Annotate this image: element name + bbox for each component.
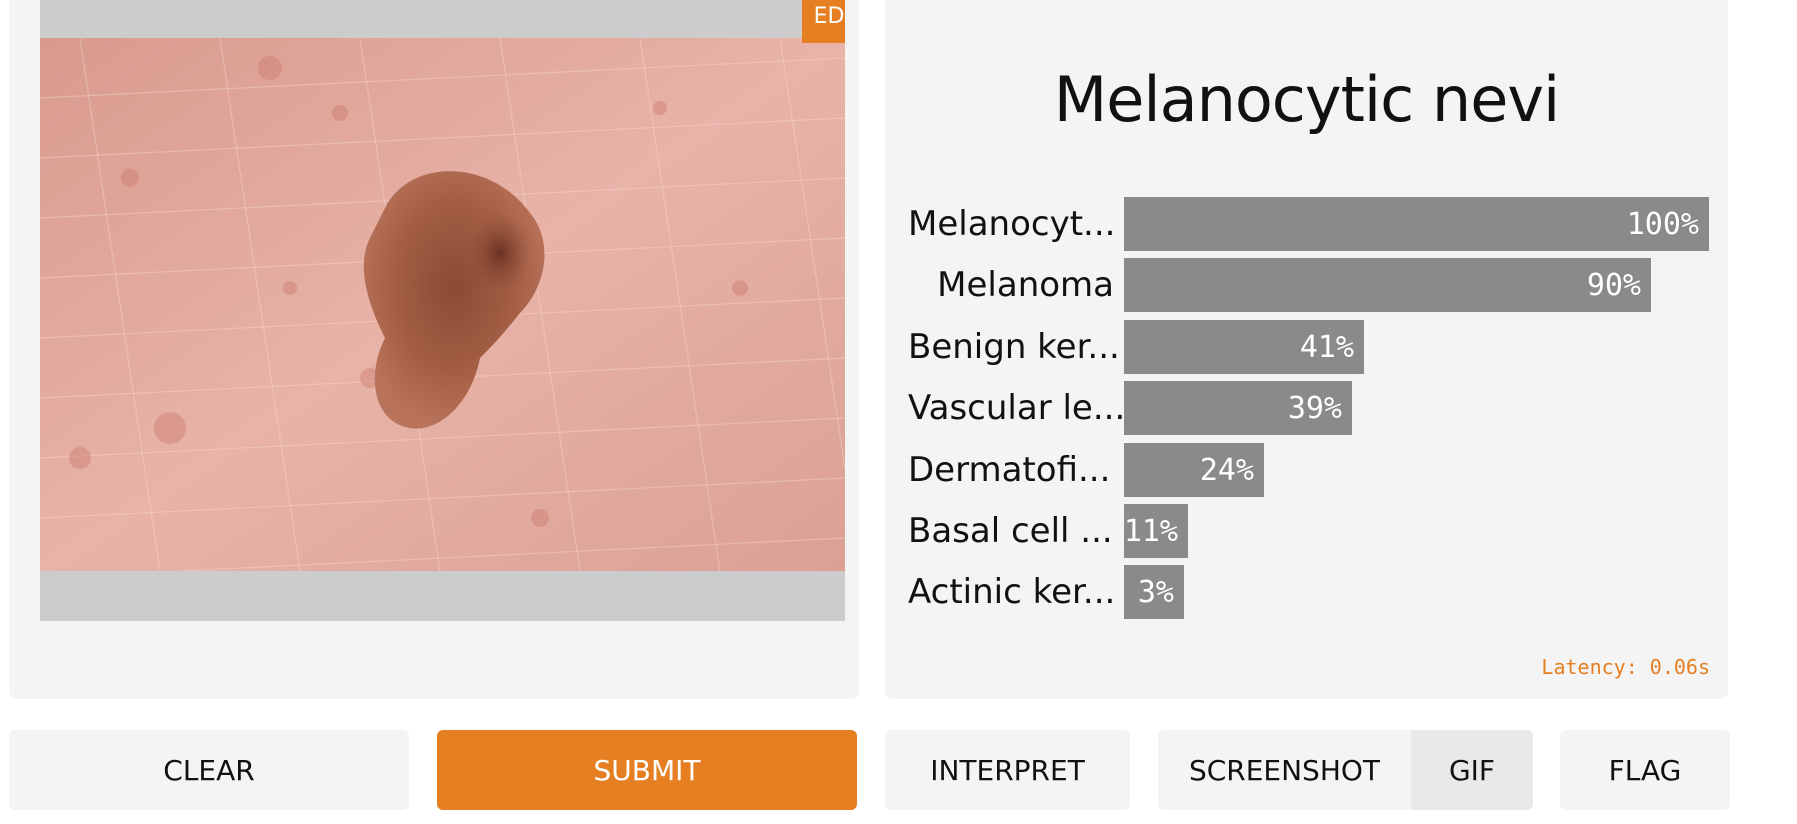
prediction-title: Melanocytic nevi: [1053, 63, 1561, 136]
interpret-button[interactable]: INTERPRET: [885, 730, 1130, 810]
confidence-percent: 90%: [1586, 267, 1641, 303]
prediction-label: Actinic ker...: [908, 572, 1116, 612]
confidence-bar: 11%: [1124, 504, 1188, 558]
confidence-bar: 41%: [1124, 320, 1364, 374]
confidence-percent: 39%: [1287, 390, 1342, 426]
confidence-percent: 100%: [1626, 206, 1699, 242]
prediction-label: Melanoma: [937, 265, 1114, 305]
clear-button[interactable]: CLEAR: [9, 730, 409, 810]
prediction-label: Melanocyt...: [908, 204, 1116, 244]
prediction-label: Benign ker...: [908, 327, 1120, 367]
prediction-label: Dermatofi...: [908, 450, 1111, 490]
confidence-bar: 24%: [1124, 443, 1264, 497]
confidence-bar: 100%: [1124, 197, 1709, 251]
flag-button[interactable]: FLAG: [1560, 730, 1730, 810]
image-frame[interactable]: EDIT: [40, 0, 845, 621]
confidence-percent: 24%: [1199, 452, 1254, 488]
confidence-percent: 11%: [1123, 513, 1178, 549]
confidence-percent: 3%: [1137, 574, 1174, 610]
edit-button[interactable]: EDIT: [802, 0, 845, 43]
screenshot-button-group: SCREENSHOT GIF: [1158, 730, 1533, 810]
confidence-bar: 3%: [1124, 565, 1184, 619]
gif-button[interactable]: GIF: [1411, 730, 1533, 810]
latency-readout: Latency: 0.06s: [1541, 655, 1710, 679]
confidence-bar: 39%: [1124, 381, 1352, 435]
skin-lesion-image: [40, 38, 845, 571]
confidence-percent: 41%: [1299, 329, 1354, 365]
submit-button[interactable]: SUBMIT: [437, 730, 857, 810]
screenshot-button[interactable]: SCREENSHOT: [1158, 730, 1411, 810]
confidence-bar: 90%: [1124, 258, 1651, 312]
image-input-panel: EDIT: [9, 0, 859, 699]
prediction-label: Vascular le...: [908, 388, 1126, 428]
prediction-label: Basal cell ...: [908, 511, 1113, 551]
